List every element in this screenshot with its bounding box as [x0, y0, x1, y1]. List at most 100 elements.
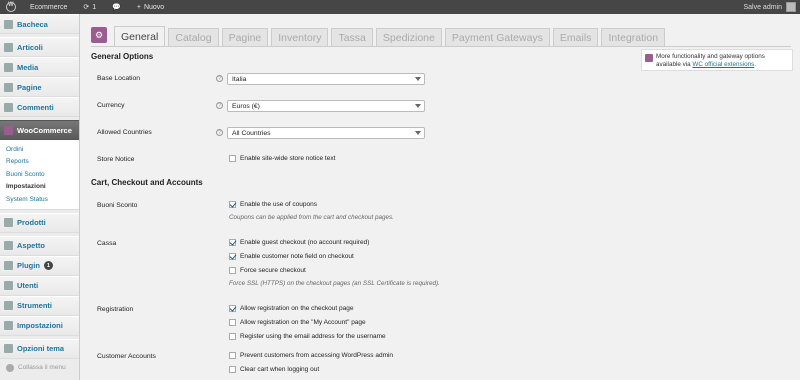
checkbox[interactable] — [229, 352, 236, 359]
ssl-description: Force SSL (HTTPS) on the checkout pages … — [229, 280, 440, 287]
help-icon[interactable]: ? — [216, 129, 223, 136]
sidebar-item-plugin[interactable]: Plugin 1 — [0, 255, 79, 276]
currency-select[interactable]: Euros (€) — [227, 100, 425, 112]
coupons-label: Buoni Sconto — [97, 202, 138, 209]
checkbox[interactable] — [229, 239, 236, 246]
pages-icon — [4, 82, 13, 92]
admin-bar: Ecommerce ⟳1 💬 +Nuovo Salve admin — [0, 0, 800, 14]
wordpress-logo-icon[interactable] — [0, 0, 22, 14]
tab-general[interactable]: General — [114, 26, 166, 46]
registration-checkout-checkbox[interactable]: Allow registration on the checkout page — [229, 305, 353, 312]
sidebar-item-articoli[interactable]: Articoli — [0, 37, 79, 57]
submenu-item-system-status[interactable]: System Status — [0, 193, 79, 206]
updates-link[interactable]: ⟳ 1 — [75, 0, 104, 14]
registration-my-account-checkbox[interactable]: Allow registration on the "My Account" p… — [229, 319, 366, 326]
sidebar-item-bacheca[interactable]: Bacheca — [0, 14, 79, 34]
guest-checkout-checkbox[interactable]: Enable guest checkout (no account requir… — [229, 239, 369, 246]
checkbox[interactable] — [229, 305, 236, 312]
tab-emails[interactable]: Emails — [552, 28, 599, 46]
collapse-menu-button[interactable]: Collassa il menu — [0, 359, 79, 377]
sidebar-item-opzioni-tema[interactable]: Opzioni tema — [0, 338, 79, 359]
sidebar-item-label: Media — [17, 62, 39, 72]
site-name-label: Ecommerce — [30, 3, 68, 11]
tab-payment-gateways[interactable]: Payment Gateways — [444, 28, 550, 46]
woocommerce-logo-icon: ⚙ — [91, 27, 107, 43]
extensions-notice: More functionality and gateway options a… — [641, 49, 793, 71]
customer-note-checkbox[interactable]: Enable customer note field on checkout — [229, 253, 354, 260]
sidebar-item-label: Bacheca — [17, 19, 48, 29]
help-icon[interactable]: ? — [216, 75, 223, 82]
woocommerce-notice-icon — [645, 54, 653, 62]
checkbox-label: Clear cart when logging out — [240, 366, 320, 373]
checkbox[interactable] — [229, 366, 236, 373]
sidebar-item-aspetto[interactable]: Aspetto — [0, 235, 79, 256]
sidebar-item-label: Strumenti — [17, 301, 53, 310]
submenu-item-ordini[interactable]: Ordini — [0, 143, 79, 156]
tab-catalog[interactable]: Catalog — [168, 28, 219, 46]
base-location-label: Base Location — [97, 75, 141, 82]
sidebar-item-commenti[interactable]: Commenti — [0, 97, 79, 117]
sidebar-item-label: Plugin — [17, 261, 40, 270]
collapse-icon — [6, 363, 14, 372]
woocommerce-submenu: Ordini Reports Buoni Sconto Impostazioni… — [0, 140, 79, 210]
checkbox-label: Prevent customers from accessing WordPre… — [240, 352, 394, 359]
help-icon[interactable]: ? — [216, 102, 223, 109]
sidebar-item-label: Pagine — [17, 82, 42, 92]
comment-icon: 💬 — [112, 4, 121, 11]
sidebar-item-utenti[interactable]: Utenti — [0, 275, 79, 296]
plugin-update-badge: 1 — [43, 261, 53, 270]
comments-icon — [4, 102, 13, 112]
force-secure-checkbox[interactable]: Force secure checkout — [229, 267, 306, 274]
sidebar-item-media[interactable]: Media — [0, 57, 79, 77]
chevron-down-icon — [415, 131, 421, 135]
checkbox[interactable] — [229, 155, 236, 162]
checkbox[interactable] — [229, 201, 236, 208]
dashboard-icon — [4, 19, 13, 29]
comments-link[interactable]: 💬 — [104, 0, 129, 14]
sidebar-item-woocommerce[interactable]: WooCommerce — [0, 120, 79, 140]
base-location-select[interactable]: Italia — [227, 73, 425, 85]
prevent-admin-access-checkbox[interactable]: Prevent customers from accessing WordPre… — [229, 352, 393, 359]
checkbox[interactable] — [229, 333, 236, 340]
plugin-icon — [4, 261, 13, 270]
extensions-link[interactable]: WC official extensions — [692, 61, 754, 68]
submenu-item-impostazioni[interactable]: Impostazioni — [0, 181, 79, 194]
checkbox[interactable] — [229, 319, 236, 326]
new-label: Nuovo — [143, 3, 165, 11]
submenu-item-reports[interactable]: Reports — [0, 156, 79, 169]
tab-pagine[interactable]: Pagine — [221, 28, 269, 46]
sidebar-item-impostazioni[interactable]: Impostazioni — [0, 315, 79, 336]
sidebar-item-label: Commenti — [17, 102, 54, 112]
avatar — [786, 2, 796, 12]
new-content-link[interactable]: + Nuovo — [129, 0, 172, 14]
store-notice-checkbox[interactable]: Enable site-wide store notice text — [229, 155, 335, 162]
checkbox-label: Enable customer note field on checkout — [240, 253, 354, 260]
checkbox[interactable] — [229, 253, 236, 260]
admin-sidebar: Bacheca Articoli Media Pagine Commenti W… — [0, 14, 80, 380]
tab-inventory[interactable]: Inventory — [271, 28, 329, 46]
cassa-label: Cassa — [97, 240, 117, 247]
coupons-description: Coupons can be applied from the cart and… — [229, 214, 394, 221]
user-account-menu[interactable]: Salve admin — [743, 2, 800, 12]
sidebar-item-prodotti[interactable]: Prodotti — [0, 212, 79, 233]
checkbox-label: Register using the email address for the… — [240, 333, 386, 340]
enable-coupons-checkbox[interactable]: Enable the use of coupons — [229, 201, 317, 208]
tab-tassa[interactable]: Tassa — [331, 28, 373, 46]
base-location-value: Italia — [232, 75, 247, 83]
site-name-link[interactable]: Ecommerce — [22, 0, 75, 14]
allowed-countries-select[interactable]: All Countries — [227, 127, 425, 139]
sidebar-item-pagine[interactable]: Pagine — [0, 77, 79, 97]
checkbox-label: Enable the use of coupons — [240, 201, 317, 208]
user-greeting: Salve admin — [743, 3, 782, 11]
tab-integration[interactable]: Integration — [601, 28, 666, 46]
users-icon — [4, 281, 13, 290]
tab-spedizione[interactable]: Spedizione — [375, 28, 442, 46]
register-email-username-checkbox[interactable]: Register using the email address for the… — [229, 333, 386, 340]
allowed-countries-value: All Countries — [232, 129, 271, 137]
sidebar-item-label: Prodotti — [17, 218, 46, 227]
checkbox[interactable] — [229, 267, 236, 274]
submenu-item-buoni-sconto[interactable]: Buoni Sconto — [0, 168, 79, 181]
clear-cart-logout-checkbox[interactable]: Clear cart when logging out — [229, 366, 319, 373]
sidebar-item-strumenti[interactable]: Strumenti — [0, 295, 79, 316]
general-options-heading: General Options — [91, 52, 154, 61]
